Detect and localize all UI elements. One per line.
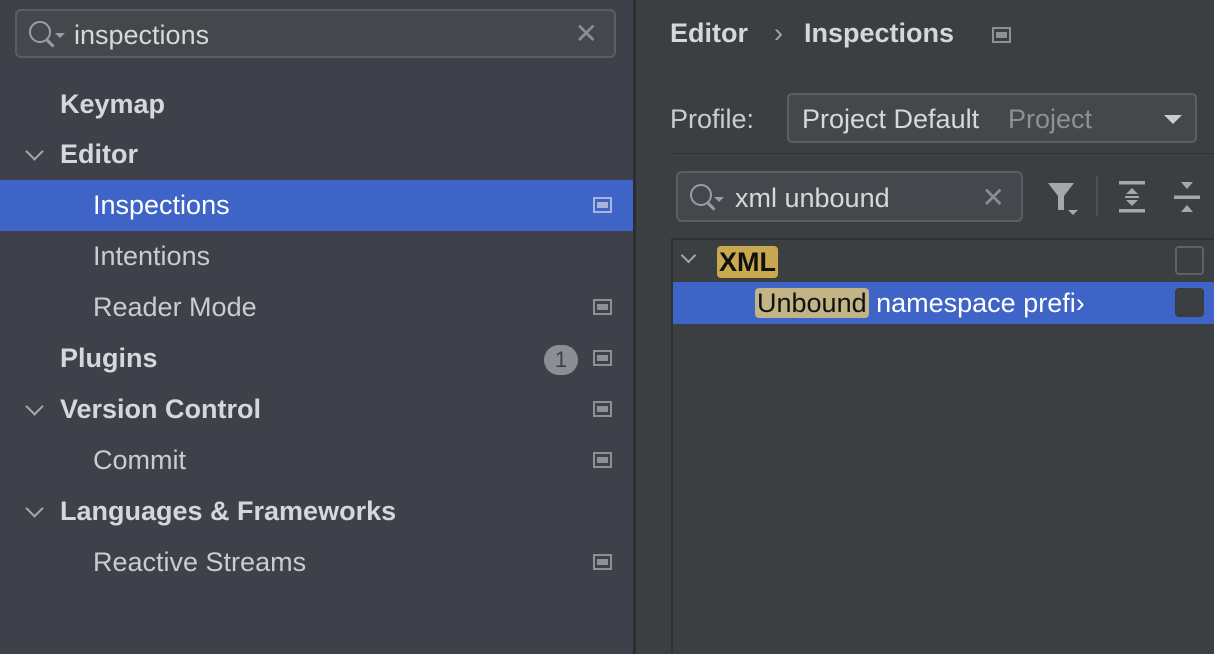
separator <box>670 153 1214 154</box>
chevron-down-icon[interactable] <box>25 397 44 416</box>
clear-search-icon[interactable]: ✕ <box>982 181 1005 214</box>
project-scope-icon <box>593 350 612 366</box>
item-label: Inspections <box>93 190 230 220</box>
profile-dropdown[interactable]: Project Default Project <box>787 93 1197 143</box>
update-count-badge: 1 <box>544 345 578 375</box>
sidebar-item-commit[interactable]: Commit <box>0 435 633 486</box>
item-label: Keymap <box>60 89 166 119</box>
tree-group-xml[interactable]: XML <box>673 240 1214 282</box>
item-label: Reactive Streams <box>93 547 307 577</box>
search-icon <box>29 21 51 43</box>
inspection-search-field[interactable]: xml unbound ✕ <box>676 171 1023 222</box>
search-history-caret-icon[interactable] <box>714 197 724 202</box>
breadcrumb-current: Inspections <box>804 18 955 48</box>
search-history-caret-icon[interactable] <box>55 33 65 38</box>
sidebar-item-plugins[interactable]: Plugins 1 <box>0 333 633 384</box>
project-scope-icon <box>593 554 612 570</box>
expand-all-icon[interactable] <box>1118 180 1146 214</box>
item-label: Reader Mode <box>93 292 257 322</box>
project-scope-icon <box>593 452 612 468</box>
item-label-rest: namespace prefi› <box>868 288 1085 318</box>
project-scope-icon <box>593 197 612 213</box>
settings-sidebar: inspections ✕ Keymap Editor Inspections … <box>0 0 633 654</box>
profile-scope: Project <box>1008 104 1093 134</box>
group-checkbox[interactable] <box>1175 246 1204 275</box>
toolbar-separator <box>1096 176 1098 216</box>
sidebar-item-inspections[interactable]: Inspections <box>0 180 633 231</box>
match-highlight: Unbound <box>755 288 869 318</box>
chevron-down-icon[interactable] <box>25 499 44 518</box>
sidebar-item-languages-frameworks[interactable]: Languages & Frameworks <box>0 486 633 537</box>
inspection-search-input[interactable]: xml unbound <box>735 183 890 214</box>
clear-search-icon[interactable]: ✕ <box>575 17 598 50</box>
breadcrumb-separator: › <box>774 18 783 48</box>
group-label: XML <box>717 246 778 278</box>
search-icon <box>690 184 712 206</box>
inspections-panel: Editor › Inspections Profile: Project De… <box>636 0 1214 654</box>
sidebar-item-version-control[interactable]: Version Control <box>0 384 633 435</box>
item-label: Languages & Frameworks <box>60 496 397 526</box>
settings-search-field[interactable]: inspections ✕ <box>15 9 616 58</box>
item-label: Commit <box>93 445 186 475</box>
project-scope-icon <box>593 401 612 417</box>
chevron-down-icon[interactable] <box>25 142 44 161</box>
settings-search-input[interactable]: inspections <box>74 20 209 51</box>
item-label: Unbound namespace prefi› <box>755 287 1085 319</box>
item-label: Intentions <box>93 241 211 271</box>
sidebar-item-editor[interactable]: Editor <box>0 129 633 180</box>
item-label: Plugins <box>60 343 158 373</box>
breadcrumb-editor[interactable]: Editor <box>670 18 748 49</box>
project-scope-icon <box>992 27 1011 43</box>
sidebar-item-reactive-streams[interactable]: Reactive Streams <box>0 537 633 588</box>
sidebar-item-reader-mode[interactable]: Reader Mode <box>0 282 633 333</box>
tree-item-unbound-namespace-prefix[interactable]: Unbound namespace prefi› <box>673 282 1214 324</box>
project-scope-icon <box>593 299 612 315</box>
profile-label: Profile: <box>670 104 755 134</box>
item-label: Editor <box>60 139 138 169</box>
item-checkbox[interactable] <box>1175 288 1204 317</box>
profile-value: Project Default <box>802 104 980 134</box>
sidebar-item-keymap[interactable]: Keymap <box>0 79 633 130</box>
filter-icon[interactable] <box>1046 180 1082 220</box>
dropdown-arrow-icon <box>1164 115 1182 124</box>
chevron-down-icon[interactable] <box>680 247 697 264</box>
item-label: Version Control <box>60 394 262 424</box>
collapse-all-icon[interactable] <box>1173 180 1201 214</box>
inspection-tree: XML Unbound namespace prefi› <box>671 238 1214 654</box>
sidebar-item-intentions[interactable]: Intentions <box>0 231 633 282</box>
